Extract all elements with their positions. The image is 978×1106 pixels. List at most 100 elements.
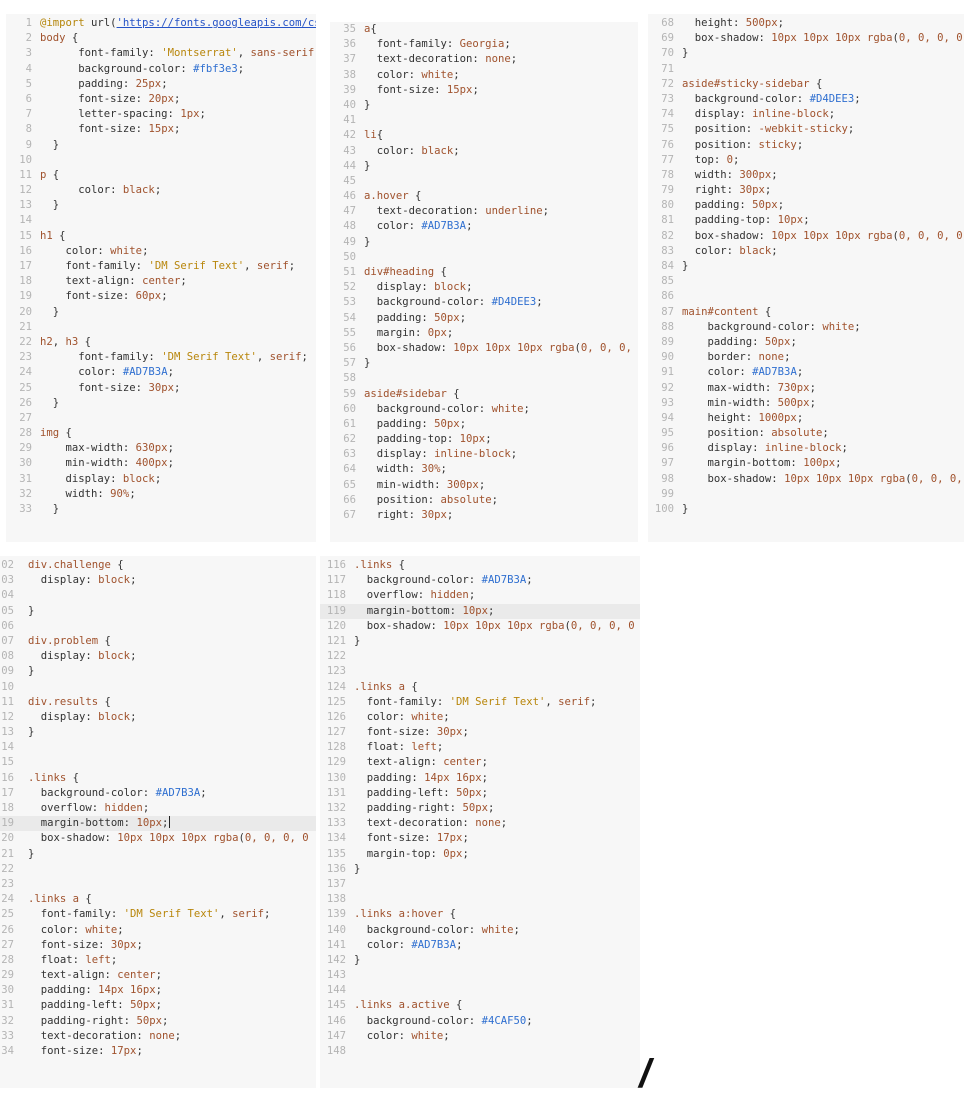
code-line[interactable]: 55 margin: 0px; <box>330 326 638 341</box>
code-line[interactable]: 47 text-decoration: underline; <box>330 204 638 219</box>
code-text[interactable]: h2, h3 { <box>40 335 316 350</box>
code-text[interactable]: } <box>354 953 640 968</box>
code-text[interactable] <box>354 877 640 892</box>
code-line[interactable]: 138 <box>320 892 640 907</box>
code-text[interactable]: div.challenge { <box>28 558 316 573</box>
code-line[interactable]: 24 color: #AD7B3A; <box>6 365 316 380</box>
code-text[interactable]: div#heading { <box>364 265 638 280</box>
code-line[interactable]: 3 font-family: 'Montserrat', sans-serif; <box>6 46 316 61</box>
code-text[interactable]: } <box>364 356 638 371</box>
code-text[interactable] <box>682 62 964 77</box>
code-text[interactable] <box>28 877 316 892</box>
code-text[interactable]: } <box>28 725 316 740</box>
code-text[interactable]: padding-right: 50px; <box>28 1014 316 1029</box>
code-line[interactable]: 24 .links a { <box>0 892 316 907</box>
code-text[interactable]: .links { <box>354 558 640 573</box>
code-panel-2[interactable]: 35 a{36 font-family: Georgia; 37 text-deco… <box>330 22 638 542</box>
code-line[interactable]: 79 right: 30px; <box>648 183 964 198</box>
code-line[interactable]: 49} <box>330 235 638 250</box>
code-text[interactable]: margin-bottom: 100px; <box>682 456 964 471</box>
code-line[interactable]: 56 box-shadow: 10px 10px 10px rgba(0, 0,… <box>330 341 638 356</box>
code-text[interactable]: float: left; <box>28 953 316 968</box>
code-text[interactable] <box>682 274 964 289</box>
code-line[interactable]: 73 background-color: #D4DEE3; <box>648 92 964 107</box>
code-text[interactable]: overflow: hidden; <box>28 801 316 816</box>
code-text[interactable]: background-color: white; <box>364 402 638 417</box>
code-text[interactable]: font-size: 17px; <box>354 831 640 846</box>
code-line[interactable]: 143 <box>320 968 640 983</box>
code-text[interactable]: aside#sidebar { <box>364 387 638 402</box>
code-line[interactable]: 75 position: -webkit-sticky; <box>648 122 964 137</box>
code-text[interactable]: div.problem { <box>28 634 316 649</box>
code-text[interactable]: min-width: 400px; <box>40 456 316 471</box>
code-text[interactable]: letter-spacing: 1px; <box>40 107 316 122</box>
code-text[interactable] <box>354 968 640 983</box>
code-text[interactable]: li{ <box>364 128 638 143</box>
code-line[interactable]: 135 margin-top: 0px; <box>320 847 640 862</box>
code-line[interactable]: 29 max-width: 630px; <box>6 441 316 456</box>
code-line[interactable]: 148 <box>320 1044 640 1059</box>
code-text[interactable] <box>354 983 640 998</box>
code-line[interactable]: 99 <box>648 487 964 502</box>
code-line[interactable]: 85 <box>648 274 964 289</box>
code-line[interactable]: 146 background-color: #4CAF50; <box>320 1014 640 1029</box>
code-line[interactable]: 122 <box>320 649 640 664</box>
code-line[interactable]: 133 text-decoration: none; <box>320 816 640 831</box>
code-text[interactable]: right: 30px; <box>364 508 638 523</box>
code-line[interactable]: 118 overflow: hidden; <box>320 588 640 603</box>
code-text[interactable]: .links a { <box>354 680 640 695</box>
code-line[interactable]: 22 h2, h3 { <box>6 335 316 350</box>
code-text[interactable]: max-width: 630px; <box>40 441 316 456</box>
code-line[interactable]: 117 background-color: #AD7B3A; <box>320 573 640 588</box>
code-text[interactable]: } <box>364 159 638 174</box>
code-line[interactable]: 16 color: white; <box>6 244 316 259</box>
code-line[interactable]: 31 display: block; <box>6 472 316 487</box>
code-line[interactable]: 45 <box>330 174 638 189</box>
code-panel-5[interactable]: 116 .links {117 background-color: #AD7B3A… <box>320 556 640 1088</box>
code-text[interactable]: p { <box>40 168 316 183</box>
code-line[interactable]: 60 background-color: white; <box>330 402 638 417</box>
code-line[interactable]: 31 padding-left: 50px; <box>0 998 316 1013</box>
code-text[interactable]: background-color: #4CAF50; <box>354 1014 640 1029</box>
code-line[interactable]: 15 <box>0 755 316 770</box>
code-line[interactable]: 123 <box>320 664 640 679</box>
code-text[interactable]: @import url('https://fonts.googleapis.co… <box>40 16 316 31</box>
code-line[interactable]: 25 font-family: 'DM Serif Text', serif; <box>0 907 316 922</box>
code-line[interactable]: 8 font-size: 15px; <box>6 122 316 137</box>
code-line[interactable]: 20 box-shadow: 10px 10px 10px rgba(0, 0,… <box>0 831 316 846</box>
code-line[interactable]: 57} <box>330 356 638 371</box>
code-line[interactable]: 68 height: 500px; <box>648 16 964 31</box>
code-text[interactable]: } <box>364 98 638 113</box>
code-text[interactable]: font-family: 'Montserrat', sans-serif; <box>40 46 316 61</box>
code-line[interactable]: 69 box-shadow: 10px 10px 10px rgba(0, 0,… <box>648 31 964 46</box>
code-text[interactable]: display: block; <box>40 472 316 487</box>
code-line[interactable]: 6 font-size: 20px; <box>6 92 316 107</box>
code-text[interactable]: background-color: white; <box>354 923 640 938</box>
code-text[interactable]: color: #AD7B3A; <box>682 365 964 380</box>
code-line[interactable]: 134 font-size: 17px; <box>320 831 640 846</box>
code-text[interactable]: text-align: center; <box>354 755 640 770</box>
code-text[interactable]: width: 300px; <box>682 168 964 183</box>
code-line[interactable]: 52 display: block; <box>330 280 638 295</box>
code-line[interactable]: 09} <box>0 664 316 679</box>
code-text[interactable]: display: block; <box>28 710 316 725</box>
code-text[interactable]: padding: 14px 16px; <box>28 983 316 998</box>
code-line[interactable]: 124 .links a { <box>320 680 640 695</box>
code-line[interactable]: 28 float: left; <box>0 953 316 968</box>
code-text[interactable]: right: 30px; <box>682 183 964 198</box>
code-text[interactable]: color: white; <box>40 244 316 259</box>
code-text[interactable]: max-width: 730px; <box>682 381 964 396</box>
code-text[interactable]: text-decoration: none; <box>354 816 640 831</box>
code-text[interactable]: position: absolute; <box>364 493 638 508</box>
code-text[interactable]: } <box>682 46 964 61</box>
code-text[interactable]: color: #AD7B3A; <box>364 219 638 234</box>
code-line[interactable]: 16 .links { <box>0 771 316 786</box>
code-line[interactable]: 140 background-color: white; <box>320 923 640 938</box>
code-text[interactable] <box>28 680 316 695</box>
code-line[interactable]: 25 font-size: 30px; <box>6 381 316 396</box>
code-text[interactable]: box-shadow: 10px 10px 10px rgba(0, 0, 0, <box>682 472 964 487</box>
code-line[interactable]: 12 color: black; <box>6 183 316 198</box>
code-line[interactable]: 121} <box>320 634 640 649</box>
code-line[interactable]: 36 font-family: Georgia; <box>330 37 638 52</box>
code-line[interactable]: 14 <box>0 740 316 755</box>
